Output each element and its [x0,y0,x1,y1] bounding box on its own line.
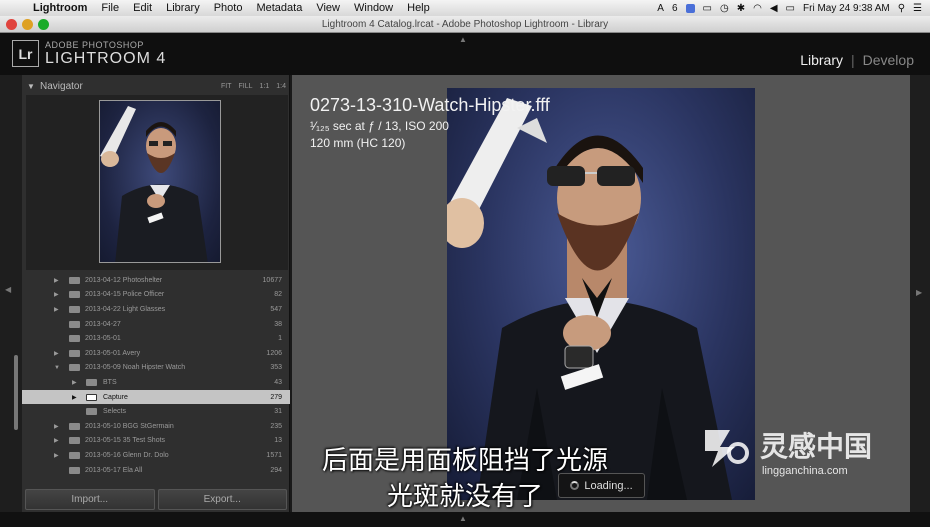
folder-icon [69,305,80,313]
brand-title: LIGHTROOM 4 [45,50,167,67]
zoom-1-1[interactable]: 1:1 [260,83,270,90]
expand-triangle-icon[interactable]: ▶ [72,379,77,386]
menu-window[interactable]: Window [347,2,400,14]
brand-subtitle: ADOBE PHOTOSHOP [45,40,144,50]
watermark-logo-icon [705,430,749,467]
loading-spinner-icon [570,481,580,490]
expand-triangle-icon[interactable]: ▶ [54,291,59,298]
module-separator: | [850,52,855,68]
right-panel-toggle-icon[interactable]: ▶ [916,288,922,297]
menu-edit[interactable]: Edit [126,2,159,14]
navigator-zoom-options: FIT FILL 1:1 1:4 [221,83,286,90]
module-develop[interactable]: Develop [863,52,914,68]
folder-icon [69,422,80,430]
clock[interactable]: Fri May 24 9:38 AM [803,3,890,14]
notification-badge[interactable]: 6 [672,3,678,14]
status-area: A 6 ▭ ◷ ✱ ◠ ◀ ▭ Fri May 24 9:38 AM ⚲ ☰ [657,0,922,16]
expanded-triangle-icon[interactable]: ▼ [54,365,60,371]
expand-triangle-icon[interactable]: ▶ [54,277,59,284]
battery-icon[interactable]: ▭ [786,3,795,14]
folder-scrollbar[interactable] [14,355,18,430]
portrait-thumbnail-image [100,106,208,262]
folder-icon [69,320,80,328]
filmstrip-edge[interactable]: ▲ [0,512,930,527]
watermark-url: lingganchina.com [762,465,848,477]
loading-indicator: Loading... [558,473,645,498]
subfolder-row-selected[interactable]: ▶ Capture 279 [22,389,290,405]
photo-info-overlay: 0273-13-310-Watch-Hipster.fff ¹⁄₁₂₅ sec … [310,95,550,150]
dropbox-icon[interactable] [685,3,695,13]
folder-row[interactable]: 2013-04-27 38 [22,317,290,332]
navigator-title: Navigator [40,80,83,92]
menu-file[interactable]: File [94,2,126,14]
adobe-icon[interactable]: A [657,3,664,14]
wifi-icon[interactable]: ◠ [753,3,762,14]
zoom-fit[interactable]: FIT [221,83,232,90]
folder-icon [86,393,97,401]
menu-help[interactable]: Help [400,2,437,14]
folder-row[interactable]: ▶ 2013-04-15 Police Officer 82 [22,288,290,303]
zoom-1-4[interactable]: 1:4 [276,83,286,90]
folder-icon [69,335,80,343]
notification-center-icon[interactable]: ☰ [913,3,922,14]
spotlight-icon[interactable]: ⚲ [898,3,905,14]
folder-icon [69,349,80,357]
folder-row[interactable]: 2013-05-01 1 [22,331,290,346]
watermark-text: 灵感中国 [760,430,873,463]
folder-row[interactable]: ▼ 2013-05-09 Noah Hipster Watch 353 [22,361,290,376]
zoom-button[interactable] [38,19,49,30]
folder-row[interactable]: ▶ 2013-05-10 BGG StGermain 235 [22,419,290,434]
filmstrip-toggle-icon[interactable]: ▲ [459,514,467,523]
folder-row[interactable]: ▶ 2013-04-12 Photoshelter 10677 [22,273,290,288]
menu-photo[interactable]: Photo [207,2,250,14]
menu-metadata[interactable]: Metadata [249,2,309,14]
folder-row[interactable]: ▶ 2013-05-01 Avery 1206 [22,346,290,361]
window-title: Lightroom 4 Catalog.lrcat - Adobe Photos… [321,18,609,30]
close-button[interactable] [6,19,17,30]
window-controls [6,19,49,30]
time-machine-icon[interactable]: ◷ [720,3,729,14]
top-panel-toggle-icon[interactable]: ▲ [459,35,467,44]
display-icon[interactable]: ▭ [703,3,712,14]
folder-icon [69,291,80,299]
menu-lightroom[interactable]: Lightroom [26,2,94,14]
expand-triangle-icon[interactable]: ▶ [54,350,59,357]
folder-icon [69,276,80,284]
expand-triangle-icon[interactable]: ▶ [54,306,59,313]
folder-icon [69,364,80,372]
menu-library[interactable]: Library [159,2,207,14]
expand-triangle-icon[interactable]: ▶ [72,394,77,401]
photo-filename: 0273-13-310-Watch-Hipster.fff [310,95,550,115]
navigator-header[interactable]: ▼ Navigator FIT FILL 1:1 1:4 [22,78,290,94]
photo-exposure: ¹⁄₁₂₅ sec at ƒ / 13, ISO 200 [310,119,449,133]
left-panel-toggle-icon[interactable]: ◀ [5,285,11,294]
lr-logo: Lr [12,40,39,67]
subfolder-row[interactable]: ▶ BTS 43 [22,375,290,390]
module-library[interactable]: Library [800,52,843,68]
module-picker: Library | Develop [800,52,914,68]
subtitle-line-2: 光斑就没有了 [386,482,543,512]
menu-bar: Lightroom File Edit Library Photo Metada… [0,0,930,16]
photo-lens: 120 mm (HC 120) [310,136,406,150]
folder-icon [86,378,97,386]
zoom-fill[interactable]: FILL [239,83,253,90]
folder-icon [86,408,97,416]
minimize-button[interactable] [22,19,33,30]
collapse-triangle-icon[interactable]: ▼ [22,82,40,91]
folder-row[interactable]: ▶ 2013-04-22 Light Glasses 547 [22,302,290,317]
bluetooth-icon[interactable]: ✱ [737,3,745,14]
menu-view[interactable]: View [309,2,347,14]
subfolder-row[interactable]: Selects 31 [22,404,290,419]
volume-icon[interactable]: ◀ [770,3,778,14]
navigator-thumbnail[interactable] [99,100,221,263]
loading-label: Loading... [584,479,633,492]
navigator-preview[interactable] [26,95,288,270]
expand-triangle-icon[interactable]: ▶ [54,423,59,430]
window-titlebar: Lightroom 4 Catalog.lrcat - Adobe Photos… [0,16,930,33]
